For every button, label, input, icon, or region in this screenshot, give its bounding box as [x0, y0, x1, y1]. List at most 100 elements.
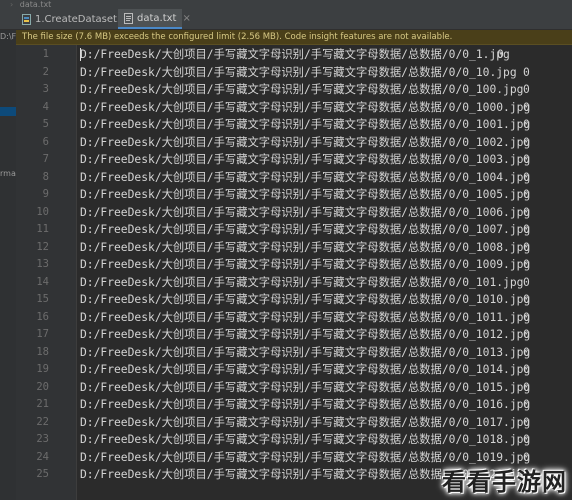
line-number: 15: [36, 293, 49, 305]
close-icon[interactable]: ×: [182, 13, 190, 24]
image-path-text[interactable]: D:/FreeDesk/大创项目/手写藏文字母识别/手写藏文字母数据/总数据/0…: [80, 396, 530, 414]
navigation-breadcrumb: › data.txt: [0, 0, 572, 9]
line-number: 9: [42, 188, 49, 200]
text-file-icon: [124, 12, 133, 24]
class-label-text[interactable]: 0: [523, 239, 530, 257]
editor-line[interactable]: 16 D:/FreeDesk/大创项目/手写藏文字母识别/手写藏文字母数据/总数据…: [16, 309, 572, 327]
image-path-text[interactable]: D:/FreeDesk/大创项目/手写藏文字母识别/手写藏文字母数据/总数据/0…: [80, 256, 530, 274]
editor-line[interactable]: 18 D:/FreeDesk/大创项目/手写藏文字母识别/手写藏文字母数据/总数据…: [16, 344, 572, 362]
line-number: 23: [36, 433, 49, 445]
tab-data-txt[interactable]: data.txt ×: [118, 9, 191, 29]
image-path-text[interactable]: D:/FreeDesk/大创项目/手写藏文字母识别/手写藏文字母数据/总数据/0…: [80, 204, 530, 222]
line-number: 6: [42, 135, 49, 148]
class-label-text[interactable]: 0: [523, 186, 530, 204]
image-path-text[interactable]: D:/FreeDesk/大创项目/手写藏文字母识别/手写藏文字母数据/总数据/0…: [80, 151, 530, 169]
editor-line[interactable]: 22 D:/FreeDesk/大创项目/手写藏文字母识别/手写藏文字母数据/总数据…: [16, 414, 572, 432]
project-tool-window: D:\F rmat: [0, 30, 17, 500]
editor-line[interactable]: 2 D:/FreeDesk/大创项目/手写藏文字母识别/手写藏文字母数据/总数据/…: [16, 64, 572, 82]
class-label-text[interactable]: 0: [523, 134, 530, 152]
class-label-text[interactable]: 0: [523, 396, 530, 414]
editor-line[interactable]: 21 D:/FreeDesk/大创项目/手写藏文字母识别/手写藏文字母数据/总数据…: [16, 396, 572, 414]
class-label-text[interactable]: 0: [523, 379, 530, 397]
editor-line[interactable]: 1 D:/FreeDesk/大创项目/手写藏文字母识别/手写藏文字母数据/总数据/…: [16, 46, 572, 64]
warning-text: The file size (7.6 MB) exceeds the confi…: [22, 32, 453, 42]
class-label-text[interactable]: 0: [523, 116, 530, 134]
class-label-text[interactable]: 0: [523, 274, 530, 292]
selected-tree-item[interactable]: [0, 107, 16, 116]
line-number: 11: [36, 223, 49, 235]
breadcrumb-file[interactable]: data.txt: [20, 0, 52, 9]
image-path-text[interactable]: D:/FreeDesk/大创项目/手写藏文字母识别/手写藏文字母数据/总数据/0…: [80, 46, 510, 64]
project-path-fragment[interactable]: D:\F: [0, 32, 16, 41]
python-file-icon: [22, 13, 31, 25]
editor-line[interactable]: 11 D:/FreeDesk/大创项目/手写藏文字母识别/手写藏文字母数据/总数据…: [16, 221, 572, 239]
editor-line[interactable]: 13 D:/FreeDesk/大创项目/手写藏文字母识别/手写藏文字母数据/总数据…: [16, 256, 572, 274]
editor-tab-bar: 1.CreateDataset.py × data.txt ×: [0, 9, 572, 30]
class-label-text[interactable]: 0: [523, 326, 530, 344]
line-number: 19: [36, 363, 49, 375]
image-path-text[interactable]: D:/FreeDesk/大创项目/手写藏文字母识别/手写藏文字母数据/总数据/0…: [80, 186, 530, 204]
image-path-text[interactable]: D:/FreeDesk/大创项目/手写藏文字母识别/手写藏文字母数据/总数据/0…: [80, 361, 530, 379]
editor-line[interactable]: 15 D:/FreeDesk/大创项目/手写藏文字母识别/手写藏文字母数据/总数据…: [16, 291, 572, 309]
editor-line[interactable]: 7 D:/FreeDesk/大创项目/手写藏文字母识别/手写藏文字母数据/总数据/…: [16, 151, 572, 169]
editor-line[interactable]: 17 D:/FreeDesk/大创项目/手写藏文字母识别/手写藏文字母数据/总数据…: [16, 326, 572, 344]
ide-window: › data.txt 1.CreateDataset.py ×: [0, 0, 572, 500]
image-path-text[interactable]: D:/FreeDesk/大创项目/手写藏文字母识别/手写藏文字母数据/总数据/0…: [80, 414, 530, 432]
image-path-text[interactable]: D:/FreeDesk/大创项目/手写藏文字母识别/手写藏文字母数据/总数据/0…: [80, 64, 517, 82]
class-label-text[interactable]: 0: [523, 204, 530, 222]
class-label-text[interactable]: 0: [523, 81, 530, 99]
class-label-text[interactable]: 0: [523, 361, 530, 379]
editor-line[interactable]: 20 D:/FreeDesk/大创项目/手写藏文字母识别/手写藏文字母数据/总数据…: [16, 379, 572, 397]
editor-line[interactable]: 12 D:/FreeDesk/大创项目/手写藏文字母识别/手写藏文字母数据/总数据…: [16, 239, 572, 257]
image-path-text[interactable]: D:/FreeDesk/大创项目/手写藏文字母识别/手写藏文字母数据/总数据/0…: [80, 431, 530, 449]
editor-line[interactable]: 6 D:/FreeDesk/大创项目/手写藏文字母识别/手写藏文字母数据/总数据/…: [16, 134, 572, 152]
line-number: 12: [36, 240, 49, 253]
image-path-text[interactable]: D:/FreeDesk/大创项目/手写藏文字母识别/手写藏文字母数据/总数据/0…: [80, 134, 530, 152]
image-path-text[interactable]: D:/FreeDesk/大创项目/手写藏文字母识别/手写藏文字母数据/总数据/0…: [80, 81, 523, 99]
image-path-text[interactable]: D:/FreeDesk/大创项目/手写藏文字母识别/手写藏文字母数据/总数据/0…: [80, 326, 530, 344]
class-label-text[interactable]: 0: [497, 46, 504, 64]
text-editor[interactable]: 1 D:/FreeDesk/大创项目/手写藏文字母识别/手写藏文字母数据/总数据/…: [16, 45, 572, 500]
site-watermark-logo: 看看手游网: [437, 458, 572, 500]
class-label-text[interactable]: 0: [523, 291, 530, 309]
image-path-text[interactable]: D:/FreeDesk/大创项目/手写藏文字母识别/手写藏文字母数据/总数据/0…: [80, 344, 530, 362]
line-number: 16: [36, 310, 49, 323]
tab-create-dataset[interactable]: 1.CreateDataset.py ×: [16, 9, 147, 29]
editor-line[interactable]: 10 D:/FreeDesk/大创项目/手写藏文字母识别/手写藏文字母数据/总数据…: [16, 204, 572, 222]
class-label-text[interactable]: 0: [523, 151, 530, 169]
line-number: 24: [36, 450, 49, 463]
project-tree-fragment[interactable]: rmat: [0, 169, 16, 178]
class-label-text[interactable]: 0: [523, 64, 530, 82]
image-path-text[interactable]: D:/FreeDesk/大创项目/手写藏文字母识别/手写藏文字母数据/总数据/0…: [80, 309, 530, 327]
editor-line[interactable]: 3 D:/FreeDesk/大创项目/手写藏文字母识别/手写藏文字母数据/总数据/…: [16, 81, 572, 99]
image-path-text[interactable]: D:/FreeDesk/大创项目/手写藏文字母识别/手写藏文字母数据/总数据/0…: [80, 169, 530, 187]
class-label-text[interactable]: 0: [523, 99, 530, 117]
class-label-text[interactable]: 0: [523, 344, 530, 362]
image-path-text[interactable]: D:/FreeDesk/大创项目/手写藏文字母识别/手写藏文字母数据/总数据/0…: [80, 239, 530, 257]
line-number: 20: [36, 380, 49, 393]
editor-line[interactable]: 23 D:/FreeDesk/大创项目/手写藏文字母识别/手写藏文字母数据/总数据…: [16, 431, 572, 449]
image-path-text[interactable]: D:/FreeDesk/大创项目/手写藏文字母识别/手写藏文字母数据/总数据/0…: [80, 99, 530, 117]
breadcrumb-separator: ›: [10, 0, 14, 9]
image-path-text[interactable]: D:/FreeDesk/大创项目/手写藏文字母识别/手写藏文字母数据/总数据/0…: [80, 221, 530, 239]
class-label-text[interactable]: 0: [523, 431, 530, 449]
class-label-text[interactable]: 0: [523, 256, 530, 274]
editor-line[interactable]: 14 D:/FreeDesk/大创项目/手写藏文字母识别/手写藏文字母数据/总数据…: [16, 274, 572, 292]
editor-line[interactable]: 19 D:/FreeDesk/大创项目/手写藏文字母识别/手写藏文字母数据/总数据…: [16, 361, 572, 379]
line-number: 3: [42, 83, 49, 95]
file-size-warning-banner: The file size (7.6 MB) exceeds the confi…: [16, 30, 572, 45]
image-path-text[interactable]: D:/FreeDesk/大创项目/手写藏文字母识别/手写藏文字母数据/总数据/0…: [80, 116, 530, 134]
class-label-text[interactable]: 0: [523, 414, 530, 432]
editor-line[interactable]: 4 D:/FreeDesk/大创项目/手写藏文字母识别/手写藏文字母数据/总数据/…: [16, 99, 572, 117]
class-label-text[interactable]: 0: [523, 169, 530, 187]
editor-line[interactable]: 9 D:/FreeDesk/大创项目/手写藏文字母识别/手写藏文字母数据/总数据/…: [16, 186, 572, 204]
editor-line[interactable]: 8 D:/FreeDesk/大创项目/手写藏文字母识别/手写藏文字母数据/总数据/…: [16, 169, 572, 187]
class-label-text[interactable]: 0: [523, 221, 530, 239]
line-number: 1: [42, 48, 49, 60]
image-path-text[interactable]: D:/FreeDesk/大创项目/手写藏文字母识别/手写藏文字母数据/总数据/0…: [80, 379, 530, 397]
line-number: 25: [36, 468, 49, 480]
image-path-text[interactable]: D:/FreeDesk/大创项目/手写藏文字母识别/手写藏文字母数据/总数据/0…: [80, 291, 530, 309]
class-label-text[interactable]: 0: [523, 309, 530, 327]
editor-line[interactable]: 5 D:/FreeDesk/大创项目/手写藏文字母识别/手写藏文字母数据/总数据/…: [16, 116, 572, 134]
image-path-text[interactable]: D:/FreeDesk/大创项目/手写藏文字母识别/手写藏文字母数据/总数据/0…: [80, 274, 523, 292]
